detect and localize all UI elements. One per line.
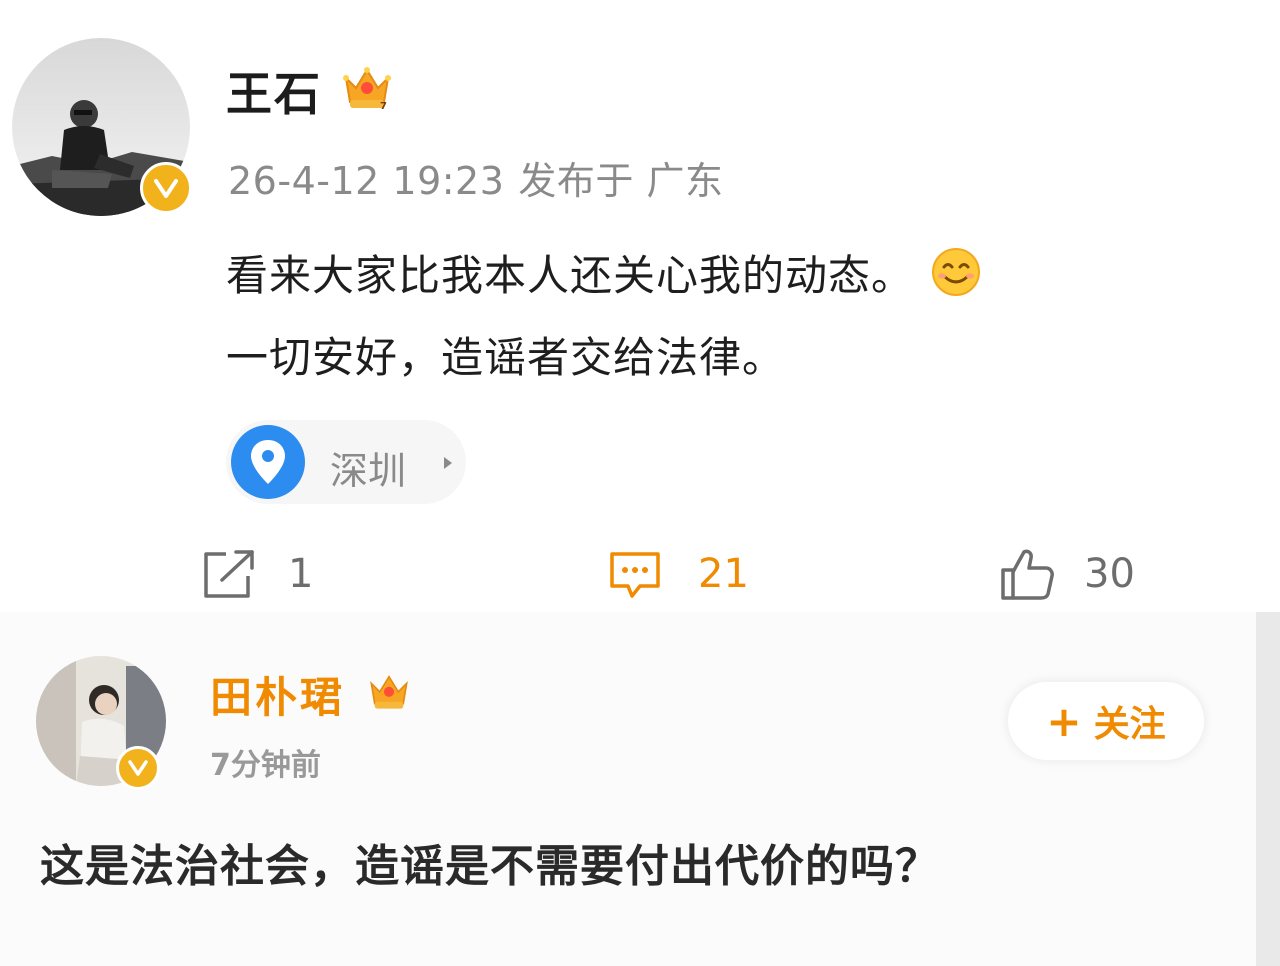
comment-card (0, 612, 1256, 966)
author-avatar[interactable] (12, 38, 192, 216)
repost-count: 1 (288, 551, 314, 597)
location-name: 深圳 (330, 449, 407, 493)
thumbs-up-icon (1001, 549, 1054, 600)
crown-badge-icon: 7 (343, 67, 391, 112)
post-meta: 26-4-12 19:23 发布于 广东 (228, 150, 738, 205)
comment-icon (610, 552, 660, 598)
follow-label: 关注 (1093, 704, 1166, 745)
comment-button[interactable]: 21 (606, 536, 749, 612)
chevron-right-icon (444, 457, 452, 469)
like-count: 30 (1084, 551, 1135, 597)
crown-badge-icon (370, 675, 408, 709)
comment-text: 这是法治社会，造谣是不需要付出代价的吗？ (40, 841, 940, 892)
location-pin-icon (231, 425, 305, 499)
post-action-bar: 1 21 30 (0, 536, 1280, 612)
comment-count: 21 (698, 551, 749, 597)
repost-icon (204, 550, 254, 598)
verified-badge-icon (140, 162, 192, 214)
like-button[interactable]: 30 (998, 536, 1135, 612)
location-tag[interactable]: 深圳 (226, 420, 466, 504)
post-timestamp: 26-4-12 19:23 (228, 159, 505, 203)
commenter-name[interactable]: 田朴珺 (210, 664, 345, 725)
post-region: 发布于 广东 (518, 159, 724, 203)
comment-time: 7分钟前 (210, 748, 321, 783)
verified-badge-icon (116, 746, 160, 790)
post-content-line-1: 看来大家比我本人还关心我的动态。 (226, 242, 982, 303)
author-name[interactable]: 王石 (226, 58, 322, 124)
repost-button[interactable]: 1 (198, 536, 313, 612)
post-text-line-1: 看来大家比我本人还关心我的动态。 (226, 251, 915, 300)
svg-text:7: 7 (380, 101, 387, 112)
weibo-post: 王石 7 26-4-12 19:23 发布于 广东 看来大家比我本人还关心我的动态… (0, 0, 1280, 610)
plus-icon: + (1046, 696, 1082, 746)
smile-emoji-icon (932, 248, 981, 296)
post-content-line-2: 一切安好，造谣者交给法律。 (226, 333, 786, 382)
commenter-avatar[interactable] (36, 656, 166, 790)
follow-button[interactable]: + 关注 (1006, 680, 1206, 762)
scroll-edge (1256, 612, 1280, 966)
